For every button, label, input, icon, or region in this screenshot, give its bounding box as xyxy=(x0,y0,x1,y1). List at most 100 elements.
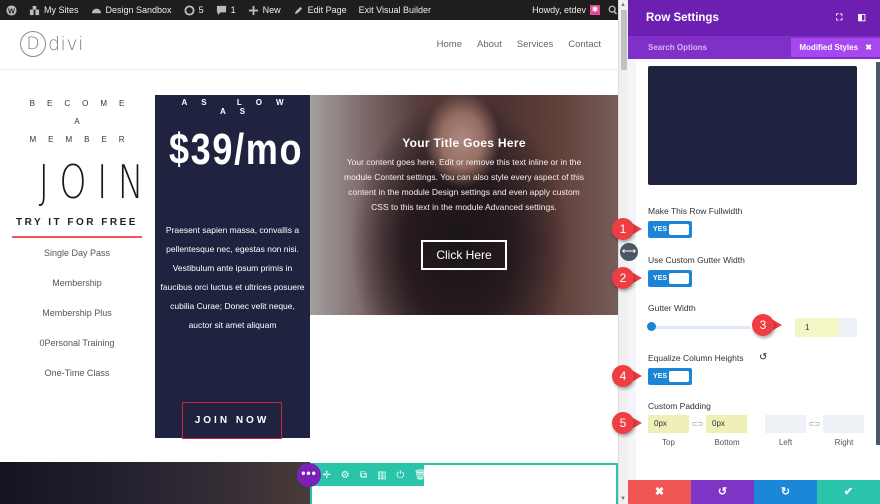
padding-right-input[interactable] xyxy=(823,415,864,433)
callout-number: 2 xyxy=(612,267,634,289)
wp-admin-bar: W My Sites Design Sandbox 5 1 New Edit P… xyxy=(0,0,628,20)
callout-4: 4 xyxy=(612,365,642,387)
close-icon[interactable]: ✖ xyxy=(865,43,872,52)
price: $39/mo xyxy=(168,125,304,174)
equalize-label: Equalize Column Heights xyxy=(648,353,744,363)
custom-gutter-toggle[interactable]: YES xyxy=(648,270,692,287)
greeting: Howdy, etdev xyxy=(532,5,586,15)
expand-icon[interactable]: ⛶ xyxy=(836,12,842,23)
price-description: Praesent sapien massa, convallis a pelle… xyxy=(160,225,305,330)
scroll-up-arrow-icon[interactable]: ▲ xyxy=(620,2,626,8)
padding-left-label: Left xyxy=(778,438,793,447)
row-toolbar: ✛ ⚙ ⧉ ▥ ⏻ 🗑 xyxy=(312,464,427,486)
filter-label: Modified Styles xyxy=(799,43,859,52)
site-header: D divi Home About Services Contact xyxy=(0,20,618,70)
padding-bottom-input[interactable]: 0px xyxy=(706,415,747,433)
site-logo[interactable]: D divi xyxy=(20,31,84,57)
membership-column: BECOME A MEMBER JOIN TRY IT FOR FREE Sin… xyxy=(12,95,144,388)
gutter-width-input[interactable]: 1 xyxy=(795,318,857,337)
search-icon[interactable] xyxy=(608,5,618,15)
new-label: New xyxy=(262,5,281,15)
callout-1: 1 xyxy=(612,218,642,240)
scrollbar-thumb[interactable] xyxy=(621,10,627,70)
panel-header: Row Settings ⛶ ◧ xyxy=(628,0,880,36)
fullwidth-toggle[interactable]: YES xyxy=(648,221,692,238)
wordpress-icon: W xyxy=(6,4,17,16)
new-content-menu[interactable]: New xyxy=(242,0,287,20)
trash-icon[interactable]: 🗑 xyxy=(414,470,427,481)
padding-left-input[interactable] xyxy=(765,415,806,433)
move-icon[interactable]: ✛ xyxy=(322,470,331,481)
columns-icon[interactable]: ▥ xyxy=(377,470,386,481)
list-item: Membership xyxy=(52,278,102,288)
avatar: ✱ xyxy=(590,5,600,15)
sidebar-toggle-icon[interactable]: ◧ xyxy=(857,12,866,23)
link-icon[interactable]: ⊂⊃ xyxy=(689,420,706,428)
callout-number: 4 xyxy=(612,365,634,387)
reset-icon[interactable]: ↺ xyxy=(759,352,767,363)
toggle-state: YES xyxy=(653,275,668,282)
hero-image: Your Title Goes Here Your content goes h… xyxy=(310,95,618,315)
link-icon[interactable]: ⊂⊃ xyxy=(806,420,823,428)
callout-number: 3 xyxy=(752,314,774,336)
scroll-down-arrow-icon[interactable]: ▼ xyxy=(620,496,626,502)
user-account-menu[interactable]: Howdy, etdev ✱ xyxy=(532,5,600,15)
plus-icon xyxy=(248,5,258,15)
custom-gutter-label: Use Custom Gutter Width xyxy=(648,255,745,265)
nav-about[interactable]: About xyxy=(477,39,502,50)
exit-visual-builder-label: Exit Visual Builder xyxy=(358,5,432,15)
duplicate-icon[interactable]: ⧉ xyxy=(359,470,368,481)
logo-mark: D xyxy=(20,31,46,57)
nav-home[interactable]: Home xyxy=(437,39,462,50)
toggle-knob xyxy=(669,273,689,284)
save-button[interactable]: ✔ xyxy=(817,480,880,504)
background-preview[interactable] xyxy=(648,66,857,185)
padding-top-input[interactable]: 0px xyxy=(648,415,689,433)
gutter-width-value: 1 xyxy=(805,323,810,332)
site-name-menu[interactable]: Design Sandbox xyxy=(85,0,178,20)
search-options-input[interactable]: Search Options xyxy=(648,43,707,52)
toggle-state: YES xyxy=(653,373,668,380)
pricing-column: AS LOW AS $39/mo Praesent sapien massa, … xyxy=(155,95,310,439)
nav-contact[interactable]: Contact xyxy=(568,39,601,50)
toggle-state: YES xyxy=(653,226,668,233)
panel-scrollbar[interactable] xyxy=(876,62,880,445)
pencil-icon xyxy=(294,6,302,14)
callout-5: 5 xyxy=(612,412,642,434)
power-icon[interactable]: ⏻ xyxy=(396,470,405,481)
hero-title: Your Title Goes Here xyxy=(402,136,526,150)
panel-footer: ✖ ↺ ↻ ✔ xyxy=(628,480,880,504)
equalize-toggle[interactable]: YES xyxy=(648,368,692,385)
site-name-label: Design Sandbox xyxy=(105,5,172,15)
row-more-options-button[interactable]: ••• xyxy=(297,463,321,487)
updates-menu[interactable]: 5 xyxy=(178,0,210,20)
modified-styles-filter[interactable]: Modified Styles ✖ xyxy=(791,38,880,57)
list-item: One-Time Class xyxy=(44,368,110,378)
edit-page-label: Edit Page xyxy=(307,5,347,15)
my-sites-menu[interactable]: My Sites xyxy=(23,0,85,20)
toggle-knob xyxy=(669,371,689,382)
exit-visual-builder-link[interactable]: Exit Visual Builder xyxy=(353,0,437,20)
try-free-heading: TRY IT FOR FREE xyxy=(16,217,138,228)
gutter-width-slider-handle[interactable] xyxy=(647,322,656,331)
discard-button[interactable]: ✖ xyxy=(628,480,691,504)
edit-page-link[interactable]: Edit Page xyxy=(287,0,353,20)
resize-handle-icon[interactable]: ⟷ xyxy=(620,243,638,261)
dashboard-icon xyxy=(91,8,101,13)
updates-count: 5 xyxy=(198,5,204,15)
nav-services[interactable]: Services xyxy=(517,39,553,50)
undo-button[interactable]: ↺ xyxy=(691,480,754,504)
become-member-heading: BECOME A MEMBER xyxy=(29,99,137,144)
padding-right-label: Right xyxy=(834,438,854,447)
gutter-width-slider[interactable] xyxy=(650,326,750,329)
wordpress-menu[interactable]: W xyxy=(0,0,23,20)
svg-text:W: W xyxy=(8,6,15,15)
fullwidth-label: Make This Row Fullwidth xyxy=(648,206,743,216)
redo-button[interactable]: ↻ xyxy=(754,480,817,504)
comments-menu[interactable]: 1 xyxy=(210,0,242,20)
join-now-button[interactable]: JOIN NOW xyxy=(182,402,282,439)
click-here-button[interactable]: Click Here xyxy=(421,240,507,270)
logo-text: divi xyxy=(48,33,84,55)
gear-icon[interactable]: ⚙ xyxy=(340,470,350,481)
list-item: Single Day Pass xyxy=(43,248,111,258)
